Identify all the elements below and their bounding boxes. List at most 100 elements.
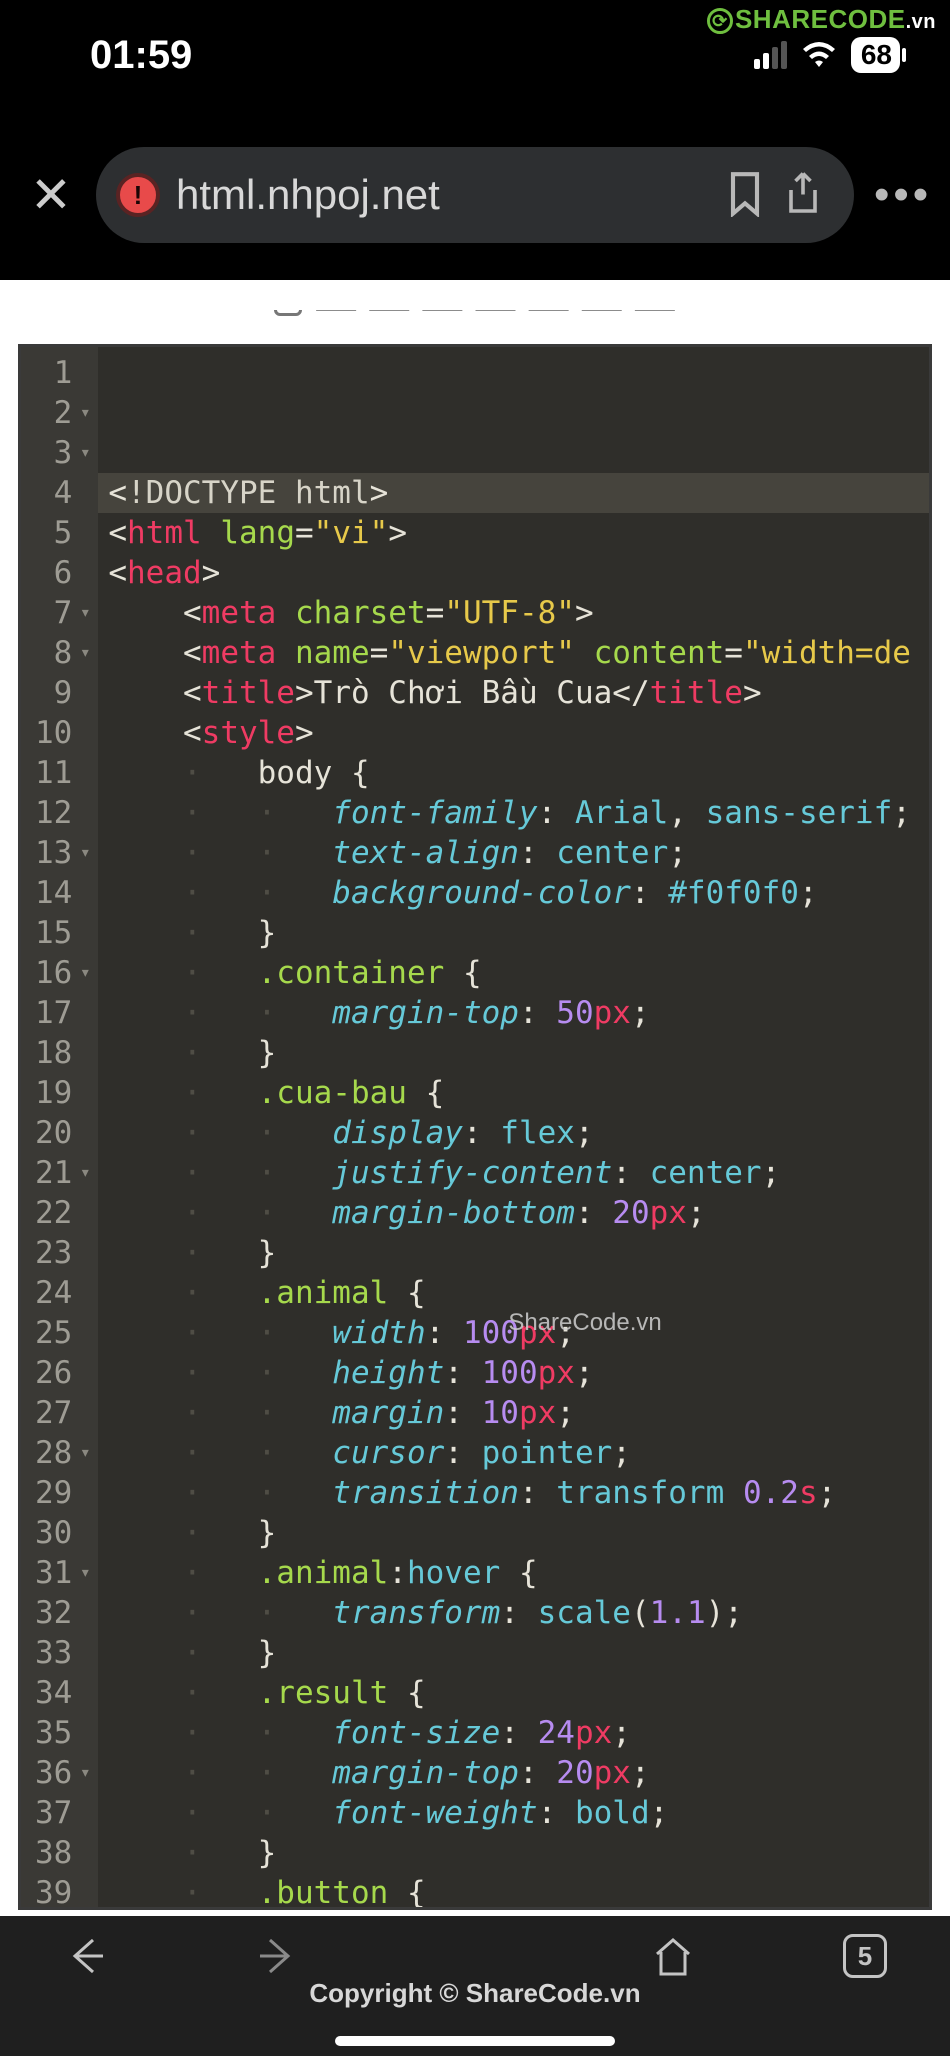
line-number[interactable]: 39 <box>35 1873 92 1910</box>
cropped-header-text: — — — — — — — <box>316 310 676 329</box>
code-line[interactable]: · · margin-top: 50px; <box>108 993 921 1033</box>
code-line[interactable]: · .result { <box>108 1673 921 1713</box>
code-line[interactable]: <meta name="viewport" content="width=de <box>108 633 921 673</box>
line-number[interactable]: 35 <box>35 1713 92 1753</box>
page-content: — — — — — — — 1 2▾3▾4 5 6 7▾8▾9 10 11 12… <box>0 280 950 1916</box>
code-line[interactable]: · · font-size: 24px; <box>108 1713 921 1753</box>
code-line[interactable]: · · font-family: Arial, sans-serif; <box>108 793 921 833</box>
bookmark-icon[interactable] <box>724 169 766 222</box>
code-line[interactable]: · } <box>108 1513 921 1553</box>
address-bar[interactable]: ! html.nhpoj.net <box>96 147 854 243</box>
line-number[interactable]: 26 <box>35 1353 92 1393</box>
code-line[interactable]: · .cua-bau { <box>108 1073 921 1113</box>
code-editor[interactable]: 1 2▾3▾4 5 6 7▾8▾9 10 11 12 13▾14 15 16▾1… <box>18 344 932 1910</box>
tabs-button[interactable]: 5 <box>840 1934 890 1978</box>
code-line[interactable]: <html lang="vi"> <box>108 513 921 553</box>
code-line[interactable]: · .button { <box>108 1873 921 1910</box>
code-line[interactable]: · · margin-top: 20px; <box>108 1753 921 1793</box>
line-number[interactable]: 7▾ <box>35 593 92 633</box>
code-line[interactable]: · · transform: scale(1.1); <box>108 1593 921 1633</box>
code-line[interactable]: · · margin: 10px; <box>108 1393 921 1433</box>
line-number[interactable]: 15 <box>35 913 92 953</box>
line-number[interactable]: 28▾ <box>35 1433 92 1473</box>
line-number[interactable]: 16▾ <box>35 953 92 993</box>
code-line[interactable]: · } <box>108 1033 921 1073</box>
back-button[interactable] <box>60 1934 110 1978</box>
insecure-site-icon[interactable]: ! <box>116 173 160 217</box>
cellular-signal-icon <box>754 41 787 69</box>
code-line[interactable]: · · height: 100px; <box>108 1353 921 1393</box>
code-line[interactable]: · · transition: transform 0.2s; <box>108 1473 921 1513</box>
code-line[interactable]: <meta charset="UTF-8"> <box>108 593 921 633</box>
line-number[interactable]: 32 <box>35 1593 92 1633</box>
watermark-sharecode: ⟳SHARECODE.vn <box>707 4 936 35</box>
code-line[interactable]: · .animal:hover { <box>108 1553 921 1593</box>
line-number[interactable]: 6 <box>35 553 92 593</box>
line-number[interactable]: 20 <box>35 1113 92 1153</box>
more-menu-button[interactable]: ••• <box>874 170 924 220</box>
code-line[interactable]: · · background-color: #f0f0f0; <box>108 873 921 913</box>
line-number[interactable]: 4 <box>35 473 92 513</box>
line-number[interactable]: 3▾ <box>35 433 92 473</box>
line-number[interactable]: 18 <box>35 1033 92 1073</box>
line-number[interactable]: 27 <box>35 1393 92 1433</box>
line-number[interactable]: 29 <box>35 1473 92 1513</box>
line-number[interactable]: 9 <box>35 673 92 713</box>
line-number[interactable]: 2▾ <box>35 393 92 433</box>
line-number[interactable]: 8▾ <box>35 633 92 673</box>
line-number[interactable]: 24 <box>35 1273 92 1313</box>
home-indicator[interactable] <box>335 2036 615 2046</box>
code-line[interactable]: · · font-weight: bold; <box>108 1793 921 1833</box>
line-number[interactable]: 13▾ <box>35 833 92 873</box>
close-tab-button[interactable]: ✕ <box>26 166 76 224</box>
line-number[interactable]: 38 <box>35 1833 92 1873</box>
url-text: html.nhpoj.net <box>176 171 708 219</box>
code-line[interactable]: · · margin-bottom: 20px; <box>108 1193 921 1233</box>
code-line[interactable]: · .container { <box>108 953 921 993</box>
code-line[interactable]: · } <box>108 913 921 953</box>
line-number[interactable]: 25 <box>35 1313 92 1353</box>
code-line[interactable]: <title>Trò Chơi Bầu Cua</title> <box>108 673 921 713</box>
code-line[interactable]: · · text-align: center; <box>108 833 921 873</box>
code-line[interactable]: · } <box>108 1833 921 1873</box>
cropped-header: — — — — — — — <box>18 310 932 344</box>
code-line[interactable]: <style> <box>108 713 921 753</box>
code-line[interactable]: · · justify-content: center; <box>108 1153 921 1193</box>
browser-toolbar: ✕ ! html.nhpoj.net ••• <box>0 110 950 280</box>
code-line[interactable]: · } <box>108 1233 921 1273</box>
code-line[interactable]: · body { <box>108 753 921 793</box>
line-number[interactable]: 30 <box>35 1513 92 1553</box>
code-line[interactable]: · } <box>108 1633 921 1673</box>
line-number[interactable]: 36▾ <box>35 1753 92 1793</box>
line-number[interactable]: 11 <box>35 753 92 793</box>
line-number[interactable]: 5 <box>35 513 92 553</box>
battery-indicator: 68 <box>851 37 900 73</box>
code-line[interactable]: · · display: flex; <box>108 1113 921 1153</box>
home-button[interactable] <box>648 1934 698 1978</box>
code-area[interactable]: ShareCode.vn <!DOCTYPE html><html lang="… <box>98 347 929 1907</box>
sharecode-logo-icon: ⟳ <box>707 8 733 34</box>
code-line[interactable]: <!DOCTYPE html> <box>98 473 929 513</box>
line-number[interactable]: 12 <box>35 793 92 833</box>
status-time: 01:59 <box>90 33 192 78</box>
share-icon[interactable] <box>782 169 824 222</box>
forward-button[interactable] <box>253 1934 303 1978</box>
line-number[interactable]: 19 <box>35 1073 92 1113</box>
status-right: 68 <box>754 37 900 73</box>
line-number[interactable]: 34 <box>35 1673 92 1713</box>
line-number[interactable]: 14 <box>35 873 92 913</box>
line-number[interactable]: 23 <box>35 1233 92 1273</box>
line-number[interactable]: 10 <box>35 713 92 753</box>
line-number[interactable]: 21▾ <box>35 1153 92 1193</box>
line-number[interactable]: 1 <box>35 353 92 393</box>
line-number[interactable]: 33 <box>35 1633 92 1673</box>
wifi-icon <box>801 41 837 69</box>
line-number-gutter[interactable]: 1 2▾3▾4 5 6 7▾8▾9 10 11 12 13▾14 15 16▾1… <box>21 347 98 1907</box>
code-line[interactable]: <head> <box>108 553 921 593</box>
code-line[interactable]: · · cursor: pointer; <box>108 1433 921 1473</box>
line-number[interactable]: 17 <box>35 993 92 1033</box>
line-number[interactable]: 37 <box>35 1793 92 1833</box>
line-number[interactable]: 22 <box>35 1193 92 1233</box>
line-number[interactable]: 31▾ <box>35 1553 92 1593</box>
browser-bottom-nav: 5 Copyright © ShareCode.vn <box>0 1916 950 2056</box>
